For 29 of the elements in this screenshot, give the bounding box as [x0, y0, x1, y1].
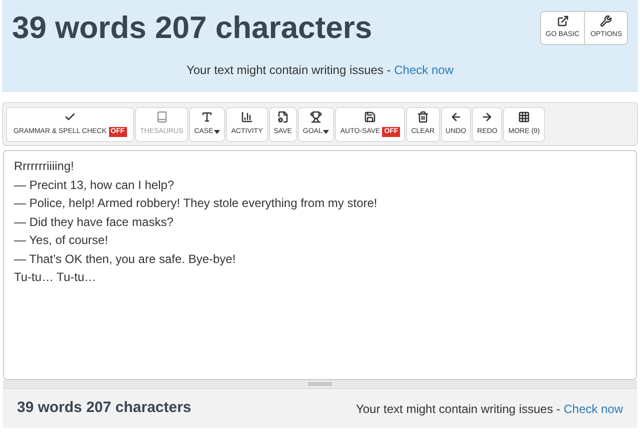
check-icon [64, 110, 76, 123]
grid-icon [518, 110, 530, 123]
editor-line: Rrrrrrriiiing! [14, 158, 75, 175]
editor-line: — Yes, of course! [14, 232, 110, 249]
external-link-icon [556, 15, 569, 28]
arrow-right-icon [481, 110, 494, 123]
wrench-icon [600, 15, 612, 28]
word-count: 39 words 207 characters [17, 398, 192, 418]
caret-icon [323, 130, 330, 134]
editor-line: Tu-tu… Tu-tu… [14, 269, 98, 286]
word-count-title: 39 words 207 characters [12, 9, 372, 47]
arrow-left-icon [450, 110, 462, 123]
writing-issues-notice: Your text might contain writing issues - [356, 400, 562, 418]
book-icon [156, 110, 168, 123]
editor-line: — That’s OK then, you are safe. Bye-bye! [14, 250, 237, 268]
bar-chart-icon [241, 110, 253, 123]
editor-line: — Did they have face masks? [14, 214, 174, 230]
editor-line: — Precint 13, how can I help? [14, 176, 176, 194]
caret-icon [214, 130, 220, 134]
check-now-link[interactable]: Check now [564, 400, 623, 418]
trash-icon [416, 110, 429, 123]
resize-handle-icon[interactable] [308, 382, 332, 386]
file-icon [276, 110, 289, 123]
editor-line: — Police, help! Armed robbery! They stole everything from my store! [14, 195, 378, 212]
text-case-icon [201, 110, 214, 123]
text-editor[interactable] [3, 150, 637, 380]
trophy-icon [310, 110, 322, 123]
check-now-link[interactable]: Check now [394, 61, 454, 79]
writing-issues-notice: Your text might contain writing issues - [186, 62, 392, 79]
